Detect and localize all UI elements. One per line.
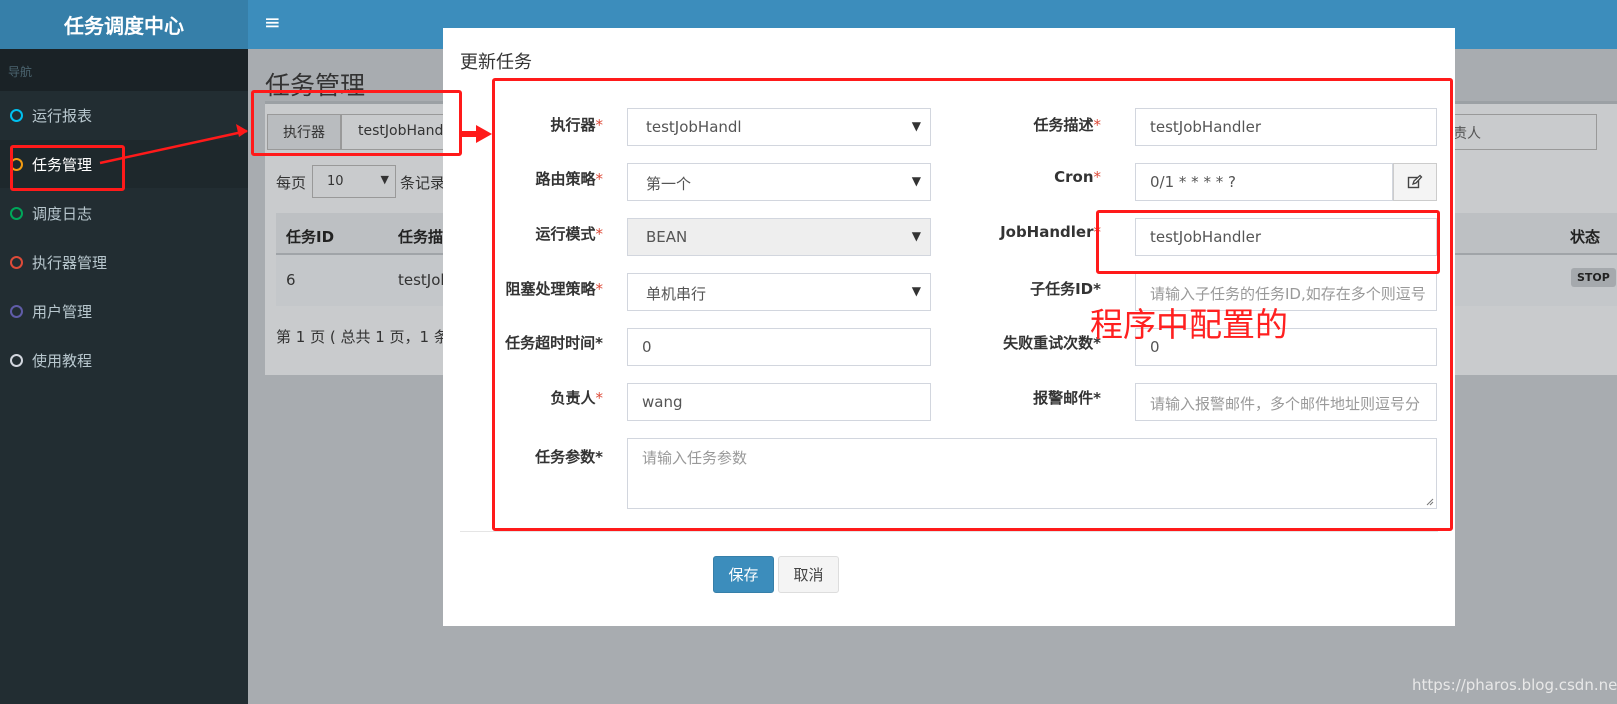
column-header-status[interactable]: 状态 bbox=[1570, 226, 1600, 247]
sidebar-item-label: 使用教程 bbox=[32, 351, 93, 370]
sidebar-item-label: 执行器管理 bbox=[32, 253, 108, 272]
sidebar-item-label: 调度日志 bbox=[32, 204, 93, 223]
per-page-value: 10 bbox=[327, 174, 344, 189]
sidebar-item-job-log[interactable]: 调度日志 bbox=[0, 189, 248, 237]
cell-id: 6 bbox=[286, 271, 296, 289]
column-header-id[interactable]: 任务ID bbox=[286, 226, 334, 247]
circle-icon bbox=[10, 108, 23, 122]
status-badge: STOP bbox=[1571, 268, 1616, 287]
sidebar-item-dashboard[interactable]: 运行报表 bbox=[0, 91, 248, 139]
sidebar-item-user-manage[interactable]: 用户管理 bbox=[0, 287, 248, 335]
caret-down-icon: ▼ bbox=[380, 173, 389, 186]
menu-toggle-icon[interactable]: ≡ bbox=[264, 12, 281, 32]
per-page-label: 每页 bbox=[276, 174, 307, 192]
circle-icon bbox=[10, 255, 23, 269]
annotation-box-form bbox=[492, 78, 1453, 531]
sidebar-item-label: 用户管理 bbox=[32, 302, 93, 321]
app-logo[interactable]: 任务调度中心 bbox=[0, 0, 248, 49]
pagination-info: 第 1 页 ( 总共 1 页，1 条 bbox=[276, 328, 449, 346]
per-page-select[interactable]: 10 ▼ bbox=[312, 165, 396, 198]
column-header-desc[interactable]: 任务描 bbox=[398, 226, 443, 247]
modal-title: 更新任务 bbox=[460, 52, 532, 73]
sidebar-item-help[interactable]: 使用教程 bbox=[0, 336, 248, 384]
watermark: https://pharos.blog.csdn.net bbox=[1412, 676, 1617, 694]
records-label: 条记录 bbox=[400, 174, 446, 192]
circle-icon bbox=[10, 353, 23, 367]
sidebar-item-label: 运行报表 bbox=[32, 106, 93, 125]
annotation-box-jobhandler bbox=[1096, 210, 1440, 274]
cancel-button[interactable]: 取消 bbox=[778, 556, 839, 593]
circle-icon bbox=[10, 206, 23, 220]
annotation-text: 程序中配置的 bbox=[1090, 305, 1288, 344]
annotation-box-nav bbox=[10, 145, 125, 191]
circle-icon bbox=[10, 304, 23, 318]
save-button[interactable]: 保存 bbox=[713, 556, 774, 593]
sidebar-item-executor-manage[interactable]: 执行器管理 bbox=[0, 238, 248, 286]
annotation-box-filter bbox=[251, 90, 462, 156]
modal-divider bbox=[460, 531, 1438, 532]
sidebar: 任务调度中心 导航 运行报表 任务管理 调度日志 执行器管理 用户管理 使用教程 bbox=[0, 0, 248, 704]
nav-header: 导航 bbox=[0, 49, 248, 91]
author-filter-input[interactable]: 责人 bbox=[1450, 114, 1597, 150]
